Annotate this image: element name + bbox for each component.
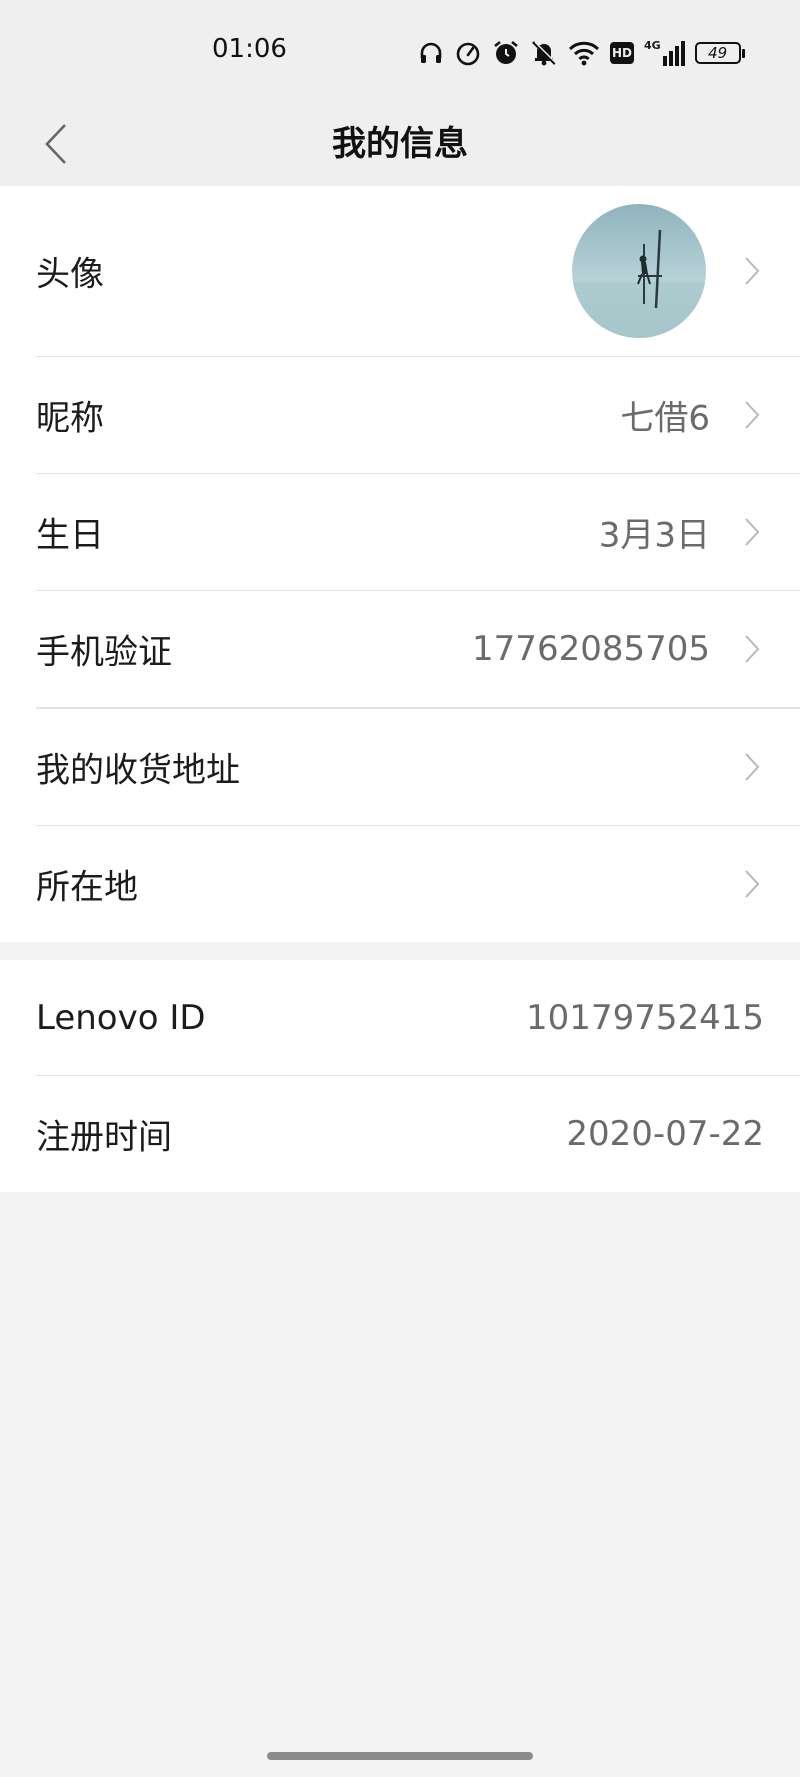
location-label: 所在地 [36,867,138,908]
chevron-right-icon [745,401,760,429]
avatar[interactable] [572,204,706,338]
birthday-value: 3月3日 [598,515,710,556]
alarm-icon [494,40,518,64]
profile-section: 头像 昵称 七借6 生日 3月3日 手机验证 17762085705 我的收货地… [0,186,800,942]
status-icons: HD 4G 49 [418,36,745,70]
birthday-row[interactable]: 生日 3月3日 [0,474,800,590]
chevron-right-icon [745,753,760,781]
battery-icon: 49 [694,42,745,64]
hd-icon: HD [610,42,634,64]
register-date-row: 注册时间 2020-07-22 [0,1076,800,1192]
phone-verify-row[interactable]: 手机验证 17762085705 [0,591,800,707]
birthday-label: 生日 [36,515,104,556]
speedometer-icon [456,42,480,66]
account-section: Lenovo ID 10179752415 注册时间 2020-07-22 [0,960,800,1192]
location-row[interactable]: 所在地 [0,826,800,942]
chevron-right-icon [745,518,760,546]
battery-level: 49 [694,42,741,64]
chevron-right-icon [745,870,760,898]
nickname-row[interactable]: 昵称 七借6 [0,357,800,473]
avatar-row[interactable]: 头像 [0,186,800,356]
shipping-address-label: 我的收货地址 [36,750,240,791]
phone-verify-label: 手机验证 [36,632,172,673]
page-title: 我的信息 [332,124,468,164]
lenovo-id-row: Lenovo ID 10179752415 [0,960,800,1075]
phone-number-value: 17762085705 [472,629,710,669]
lenovo-id-label: Lenovo ID [36,997,206,1038]
register-date-value: 2020-07-22 [566,1114,764,1154]
chevron-right-icon [745,635,760,663]
home-indicator[interactable] [267,1752,533,1760]
shipping-address-row[interactable]: 我的收货地址 [0,709,800,825]
mute-bell-icon [532,41,558,66]
avatar-label: 头像 [36,254,104,295]
status-time: 01:06 [212,34,287,64]
nav-bar: 我的信息 [0,100,800,186]
lenovo-id-value: 10179752415 [526,997,764,1038]
status-bar: 01:06 HD 4G 49 [0,0,800,100]
nickname-value: 七借6 [620,398,710,439]
wifi-icon [568,41,600,66]
headphones-icon [420,42,442,63]
chevron-right-icon [745,257,760,285]
nickname-label: 昵称 [36,398,104,439]
signal-4g-icon: 4G [644,40,685,66]
register-date-label: 注册时间 [36,1117,172,1158]
